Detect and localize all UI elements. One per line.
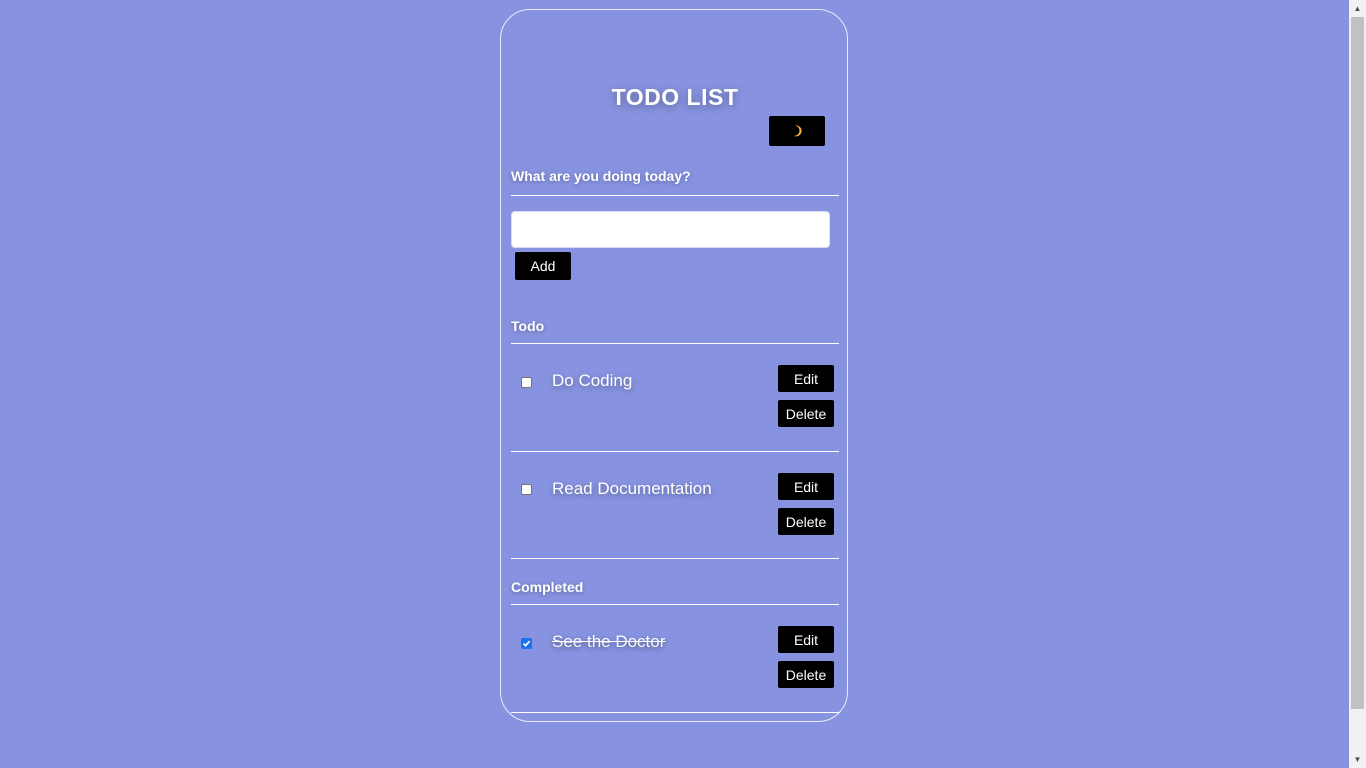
checkmark-icon xyxy=(522,640,531,647)
todo-card: TODO LIST What are you doing today? Add … xyxy=(500,9,848,722)
todo-item-text: Do Coding xyxy=(552,371,633,390)
todo-section-label: Todo xyxy=(511,318,545,334)
add-button[interactable]: Add xyxy=(515,252,571,280)
completed-item: See the Doctor Edit Delete xyxy=(511,604,839,712)
completed-checkbox[interactable] xyxy=(521,638,532,649)
edit-button[interactable]: Edit xyxy=(778,365,834,392)
divider xyxy=(511,195,839,196)
page-viewport: TODO LIST What are you doing today? Add … xyxy=(0,0,1366,768)
divider xyxy=(511,712,839,713)
divider xyxy=(511,558,839,559)
theme-toggle-button[interactable] xyxy=(769,116,825,146)
page-title: TODO LIST xyxy=(611,84,739,110)
moon-icon xyxy=(793,125,802,137)
input-section-label: What are you doing today? xyxy=(511,168,691,184)
scroll-up-icon[interactable]: ▲ xyxy=(1349,0,1366,17)
edit-button[interactable]: Edit xyxy=(778,626,834,653)
delete-button[interactable]: Delete xyxy=(778,661,834,688)
scrollbar-thumb[interactable] xyxy=(1351,17,1364,709)
task-input[interactable] xyxy=(511,211,830,248)
completed-item-text: See the Doctor xyxy=(552,632,666,651)
scroll-down-icon[interactable]: ▼ xyxy=(1349,751,1366,768)
completed-section-label: Completed xyxy=(511,579,584,595)
todo-item: Read Documentation Edit Delete xyxy=(511,451,839,559)
todo-item-text: Read Documentation xyxy=(552,479,712,498)
delete-button[interactable]: Delete xyxy=(778,508,834,535)
vertical-scrollbar[interactable]: ▲ ▼ xyxy=(1349,0,1366,768)
todo-checkbox[interactable] xyxy=(521,377,532,388)
todo-checkbox[interactable] xyxy=(521,484,532,495)
todo-item: Do Coding Edit Delete xyxy=(511,343,839,451)
delete-button[interactable]: Delete xyxy=(778,400,834,427)
edit-button[interactable]: Edit xyxy=(778,473,834,500)
